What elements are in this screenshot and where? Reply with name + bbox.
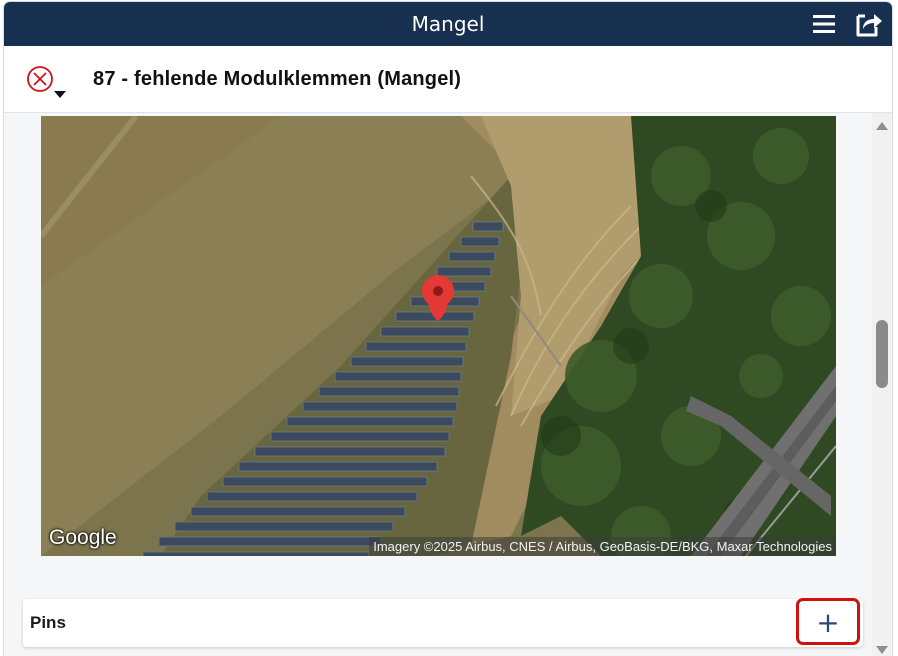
title-bar: Mangel	[4, 2, 892, 46]
google-logo: Google	[49, 526, 117, 549]
caret-down-icon	[54, 91, 66, 98]
pins-panel: Pins +	[23, 598, 863, 647]
status-dropdown-button[interactable]	[24, 62, 72, 102]
item-title: 87 - fehlende Modulklemmen (Mangel)	[93, 68, 462, 90]
app-window: Mangel 87 - fehlende Modulklemmen (Mange…	[4, 2, 892, 656]
plus-icon: +	[816, 606, 840, 639]
satellite-imagery	[41, 116, 836, 556]
window-title: Mangel	[411, 12, 485, 36]
map-attribution: Imagery ©2025 Airbus, CNES / Airbus, Geo…	[369, 537, 836, 556]
detail-content: Google Imagery ©2025 Airbus, CNES / Airb…	[4, 113, 872, 656]
export-button[interactable]	[852, 10, 884, 38]
scrollbar-thumb[interactable]	[876, 320, 888, 388]
vertical-scrollbar[interactable]	[872, 113, 892, 656]
share-export-icon	[856, 14, 882, 37]
circle-x-status-icon	[27, 66, 66, 98]
pins-label: Pins	[30, 613, 66, 632]
scroll-down-arrow-icon[interactable]	[876, 646, 888, 654]
satellite-map[interactable]: Google Imagery ©2025 Airbus, CNES / Airb…	[41, 116, 836, 556]
hamburger-menu-icon	[813, 15, 835, 33]
menu-button[interactable]	[810, 12, 838, 36]
item-header: 87 - fehlende Modulklemmen (Mangel)	[4, 46, 892, 113]
scroll-up-arrow-icon[interactable]	[876, 122, 888, 130]
add-pin-button[interactable]: +	[796, 598, 860, 645]
